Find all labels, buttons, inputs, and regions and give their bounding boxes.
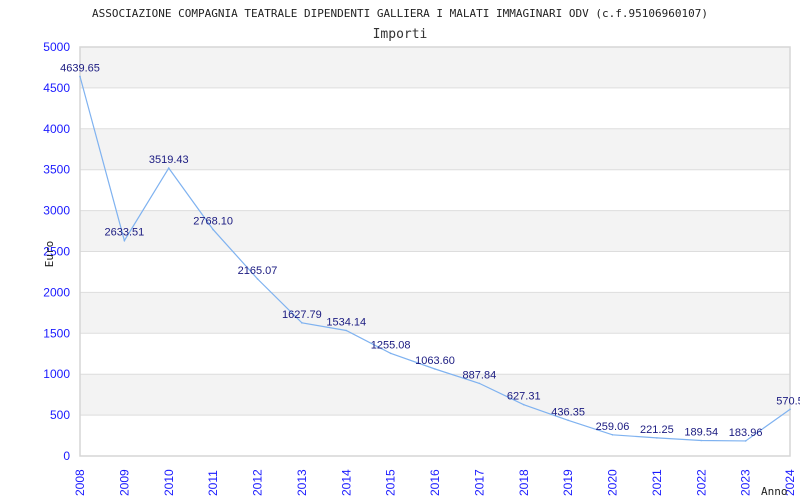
data-point bbox=[522, 403, 525, 406]
line-chart: ASSOCIAZIONE COMPAGNIA TEATRALE DIPENDEN… bbox=[43, 7, 800, 498]
data-point bbox=[389, 352, 392, 355]
data-label: 189.54 bbox=[684, 426, 718, 438]
data-label: 221.25 bbox=[640, 424, 674, 436]
data-point bbox=[656, 437, 658, 439]
data-point bbox=[567, 419, 569, 422]
grid-band bbox=[80, 251, 790, 293]
data-label: 1627.79 bbox=[282, 309, 322, 321]
data-label: 259.06 bbox=[596, 421, 630, 433]
x-tick-label: 2010 bbox=[162, 469, 176, 496]
data-point bbox=[345, 329, 348, 332]
y-tick-label: 4500 bbox=[43, 81, 70, 95]
x-tick-label: 2021 bbox=[650, 469, 664, 496]
x-tick-label: 2022 bbox=[694, 469, 708, 496]
data-point bbox=[611, 434, 614, 436]
data-label: 1063.60 bbox=[415, 355, 455, 367]
y-axis-label: Euro bbox=[43, 241, 56, 268]
data-point bbox=[123, 239, 126, 242]
data-label: 3519.43 bbox=[149, 154, 189, 166]
y-tick-label: 3000 bbox=[43, 204, 70, 218]
data-label: 183.96 bbox=[729, 427, 763, 439]
data-label: 1534.14 bbox=[326, 317, 366, 329]
data-point bbox=[700, 439, 703, 442]
x-tick-label: 2012 bbox=[251, 469, 265, 496]
grid-band bbox=[80, 169, 790, 211]
data-label: 2633.51 bbox=[104, 227, 144, 239]
x-tick-label: 2016 bbox=[428, 469, 442, 496]
y-tick-label: 2000 bbox=[43, 285, 70, 299]
grid-band bbox=[80, 47, 790, 88]
x-tick-label: 2019 bbox=[561, 469, 575, 496]
x-tick-label: 2011 bbox=[206, 470, 220, 496]
x-tick-label: 2013 bbox=[295, 469, 309, 496]
grid-band bbox=[80, 292, 790, 334]
data-point bbox=[744, 440, 747, 442]
data-point bbox=[212, 228, 214, 231]
data-label: 887.84 bbox=[463, 369, 497, 381]
y-tick-label: 4000 bbox=[43, 122, 70, 136]
data-point bbox=[79, 75, 81, 78]
x-tick-label: 2023 bbox=[739, 469, 753, 496]
chart-subtitle: Importi bbox=[373, 27, 428, 42]
y-tick-label: 0 bbox=[63, 449, 70, 463]
x-tick-label: 2009 bbox=[117, 469, 131, 496]
x-tick-label: 2018 bbox=[517, 469, 531, 496]
data-label: 2165.07 bbox=[238, 265, 278, 277]
x-tick-label: 2014 bbox=[339, 469, 353, 496]
x-tick-label: 2008 bbox=[73, 469, 87, 496]
y-tick-label: 5000 bbox=[43, 40, 70, 54]
y-tick-label: 3500 bbox=[43, 163, 70, 177]
data-point bbox=[434, 368, 436, 370]
data-point bbox=[789, 408, 791, 411]
y-tick-label: 500 bbox=[50, 408, 70, 422]
grid-band bbox=[80, 210, 790, 252]
data-point bbox=[256, 278, 259, 280]
x-axis-ticks: 2008 2009 2010 2011 2012 2013 2014 2015 2016 2017… bbox=[73, 469, 797, 496]
grid-bands bbox=[79, 46, 791, 457]
chart-title: ASSOCIAZIONE COMPAGNIA TEATRALE DIPENDEN… bbox=[92, 7, 708, 20]
y-tick-label: 1500 bbox=[43, 326, 70, 340]
x-tick-label: 2017 bbox=[472, 469, 486, 496]
data-label: 2768.10 bbox=[193, 216, 233, 228]
grid-band bbox=[80, 333, 790, 375]
data-label: 1255.08 bbox=[371, 339, 411, 351]
data-label: 570.5 bbox=[776, 395, 800, 407]
x-tick-label: 2020 bbox=[606, 469, 620, 496]
grid-band bbox=[80, 87, 790, 129]
x-axis-label: Anno bbox=[761, 485, 788, 498]
data-label: 4639.65 bbox=[60, 62, 100, 74]
x-tick-label: 2015 bbox=[384, 469, 398, 496]
y-tick-label: 1000 bbox=[43, 367, 70, 381]
data-label: 627.31 bbox=[507, 391, 541, 403]
data-point bbox=[478, 382, 481, 385]
data-point bbox=[301, 322, 303, 324]
data-point bbox=[167, 167, 170, 169]
data-label: 436.35 bbox=[551, 406, 585, 418]
grid-band bbox=[80, 374, 790, 416]
